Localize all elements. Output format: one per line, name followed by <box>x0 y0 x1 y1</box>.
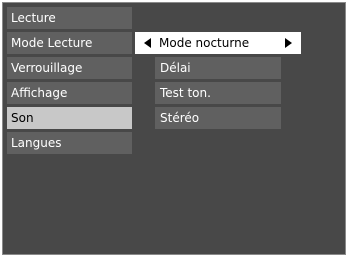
menu-item-son[interactable]: Son <box>7 107 132 129</box>
menu-item-verrouillage[interactable]: Verrouillage <box>7 57 132 79</box>
menu-item-lecture[interactable]: Lecture <box>7 7 132 29</box>
submenu-item-stereo[interactable]: Stéréo <box>155 107 281 129</box>
submenu-item-test-ton[interactable]: Test ton. <box>155 82 281 104</box>
osd-screen: Lecture Mode Lecture Verrouillage Affich… <box>2 2 346 255</box>
menu-item-affichage[interactable]: Affichage <box>7 82 132 104</box>
menu-item-mode-lecture[interactable]: Mode Lecture <box>7 32 132 54</box>
main-menu: Lecture Mode Lecture Verrouillage Affich… <box>7 7 132 157</box>
submenu-item-delai[interactable]: Délai <box>155 57 281 79</box>
sound-submenu: Mode nocturne Délai Test ton. Stéréo <box>135 32 305 132</box>
triangle-left-icon[interactable] <box>144 38 151 48</box>
submenu-item-mode-nocturne[interactable]: Mode nocturne <box>135 32 301 54</box>
submenu-item-label: Mode nocturne <box>159 36 250 50</box>
triangle-right-icon[interactable] <box>285 38 292 48</box>
menu-item-langues[interactable]: Langues <box>7 132 132 154</box>
